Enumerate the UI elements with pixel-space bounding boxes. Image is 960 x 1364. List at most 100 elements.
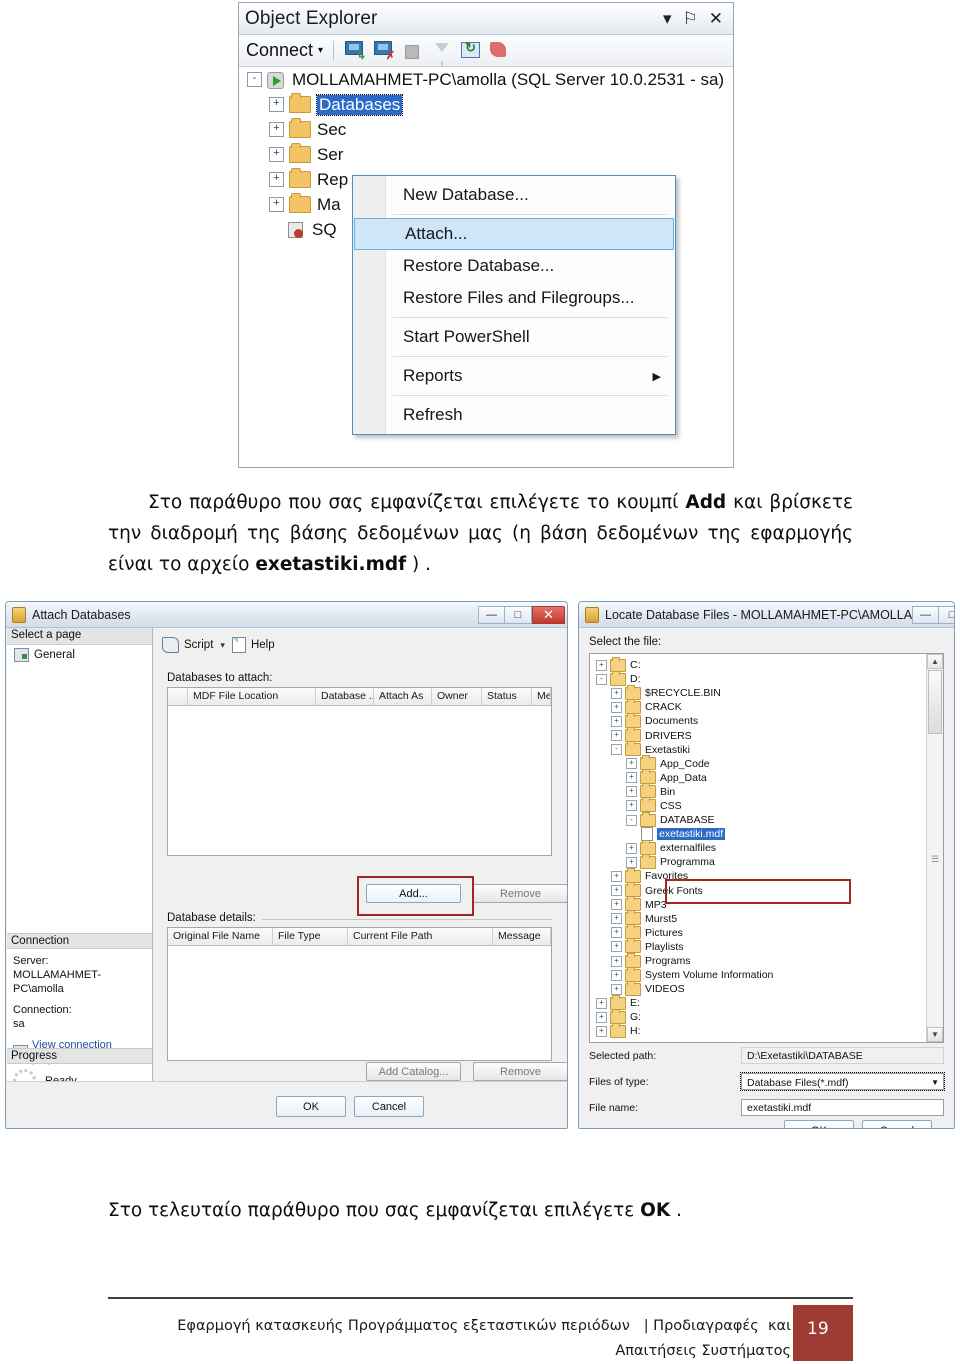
tree-item-programs[interactable]: + Programs	[594, 952, 927, 968]
close-icon[interactable]: ✕	[709, 10, 723, 27]
files-of-type-select[interactable]: Database Files(*.mdf) ▼	[740, 1072, 945, 1091]
connect-button[interactable]: Connect ▾	[246, 40, 323, 61]
tree-item-h-drive[interactable]: + H:	[594, 1022, 927, 1038]
tree-vertical-scrollbar[interactable]: ▲ ☰ ▼	[926, 654, 943, 1042]
menu-item-restore-database[interactable]: Restore Database...	[353, 250, 675, 282]
help-button[interactable]: Help	[251, 639, 275, 651]
minimize-button[interactable]: —	[478, 605, 505, 624]
chevron-down-icon[interactable]: ▾	[220, 640, 225, 651]
scrollbar-thumb[interactable]	[928, 670, 942, 734]
tree-node-server-objects[interactable]: + Ser	[239, 142, 733, 167]
tree-item-recycle-bin[interactable]: + $RECYCLE.BIN	[594, 684, 927, 700]
menu-item-new-database[interactable]: New Database...	[353, 179, 675, 211]
tree-item-videos[interactable]: + VIDEOS	[594, 980, 927, 996]
tree-item-murst5[interactable]: + Murst5	[594, 910, 927, 926]
expand-expander-icon[interactable]: +	[596, 997, 607, 1009]
collapse-expander-icon[interactable]: -	[611, 744, 622, 756]
expand-expander-icon[interactable]: +	[611, 913, 622, 925]
page-item-general[interactable]: General	[7, 645, 152, 662]
collapse-expander-icon[interactable]: -	[596, 673, 607, 685]
filter-icon[interactable]	[431, 41, 453, 67]
tree-item-documents[interactable]: + Documents	[594, 712, 927, 728]
expand-expander-icon[interactable]: +	[611, 870, 622, 882]
column-current-file-path[interactable]: Current File Path	[348, 928, 493, 945]
expand-expander-icon[interactable]: +	[269, 172, 284, 187]
expand-expander-icon[interactable]: +	[611, 701, 622, 713]
cancel-button[interactable]: Cancel	[862, 1120, 932, 1128]
expand-expander-icon[interactable]: +	[596, 1011, 607, 1023]
expand-expander-icon[interactable]: +	[626, 772, 637, 784]
expand-expander-icon[interactable]: +	[611, 983, 622, 995]
databases-to-attach-grid[interactable]: MDF File Location Database ... Attach As…	[167, 687, 552, 856]
tree-item-c-drive[interactable]: + C:	[594, 656, 927, 672]
tree-item-crack[interactable]: + CRACK	[594, 698, 927, 714]
expand-expander-icon[interactable]: +	[626, 842, 637, 854]
tree-item-database[interactable]: - DATABASE	[594, 811, 927, 827]
collapse-expander-icon[interactable]: -	[247, 72, 262, 87]
chevron-down-icon[interactable]: ▼	[931, 1078, 939, 1087]
expand-expander-icon[interactable]: +	[611, 955, 622, 967]
file-name-input[interactable]: exetastiki.mdf	[741, 1099, 944, 1116]
menu-item-refresh[interactable]: Refresh	[353, 399, 675, 431]
menu-item-restore-files-and-filegroups[interactable]: Restore Files and Filegroups...	[353, 282, 675, 314]
tree-item-g-drive[interactable]: + G:	[594, 1008, 927, 1024]
tree-node-server[interactable]: - MOLLAMAHMET-PC\amolla (SQL Server 10.0…	[239, 67, 733, 92]
script-icon[interactable]	[489, 41, 511, 61]
expand-expander-icon[interactable]: +	[611, 969, 622, 981]
pin-icon[interactable]: ⚐	[683, 10, 698, 27]
expand-expander-icon[interactable]: +	[596, 659, 607, 671]
database-details-grid[interactable]: Original File Name File Type Current Fil…	[167, 927, 552, 1061]
expand-expander-icon[interactable]: +	[611, 927, 622, 939]
disconnect-server-icon[interactable]: ✗	[373, 40, 395, 61]
expand-expander-icon[interactable]: +	[611, 715, 622, 727]
tree-item-system-volume-information[interactable]: + System Volume Information	[594, 966, 927, 982]
file-tree[interactable]: + C: - D: + $RECYCLE.BIN + CRACK + Documents …	[589, 653, 944, 1043]
refresh-icon[interactable]	[460, 40, 482, 61]
expand-expander-icon[interactable]: +	[269, 97, 284, 112]
expand-expander-icon[interactable]: +	[626, 856, 637, 868]
expand-expander-icon[interactable]: +	[611, 885, 622, 897]
expand-expander-icon[interactable]: +	[269, 122, 284, 137]
scroll-down-arrow-icon[interactable]: ▼	[927, 1027, 943, 1042]
column-attach-as[interactable]: Attach As	[374, 688, 432, 705]
ok-button[interactable]: OK	[784, 1120, 854, 1128]
ok-button[interactable]: OK	[276, 1096, 346, 1117]
menu-item-reports[interactable]: Reports ▶	[353, 360, 675, 392]
collapse-expander-icon[interactable]: -	[626, 814, 637, 826]
expand-expander-icon[interactable]: +	[269, 147, 284, 162]
dropdown-icon[interactable]: ▾	[663, 10, 672, 27]
expand-expander-icon[interactable]: +	[611, 730, 622, 742]
expand-expander-icon[interactable]: +	[611, 899, 622, 911]
tree-node-databases[interactable]: + Databases	[239, 92, 733, 117]
column-message[interactable]: Message	[493, 928, 551, 945]
expand-expander-icon[interactable]: +	[626, 786, 637, 798]
menu-item-attach[interactable]: Attach...	[354, 218, 674, 250]
expand-expander-icon[interactable]: +	[611, 687, 622, 699]
column-database-name[interactable]: Database ...	[316, 688, 374, 705]
maximize-button[interactable]: □	[939, 605, 954, 624]
minimize-button[interactable]: —	[912, 605, 940, 624]
tree-item-pictures[interactable]: + Pictures	[594, 924, 927, 940]
column-file-type[interactable]: File Type	[273, 928, 348, 945]
tree-item-programma[interactable]: + Programma	[594, 853, 927, 869]
maximize-button[interactable]: □	[505, 605, 532, 624]
column-mdf-file-location[interactable]: MDF File Location	[188, 688, 316, 705]
menu-item-start-powershell[interactable]: Start PowerShell	[353, 321, 675, 353]
expand-expander-icon[interactable]: +	[611, 941, 622, 953]
scroll-up-arrow-icon[interactable]: ▲	[927, 654, 943, 669]
close-button[interactable]: ✕	[532, 605, 565, 624]
tree-item-drivers[interactable]: + DRIVERS	[594, 727, 927, 743]
expand-expander-icon[interactable]: +	[626, 758, 637, 770]
connect-server-icon[interactable]: ↳	[344, 40, 366, 61]
column-status[interactable]: Status	[482, 688, 532, 705]
column-message[interactable]: Message	[532, 688, 551, 705]
script-button[interactable]: Script	[184, 639, 213, 651]
expand-expander-icon[interactable]: +	[269, 197, 284, 212]
column-owner[interactable]: Owner	[432, 688, 482, 705]
expand-expander-icon[interactable]: +	[596, 1025, 607, 1037]
cancel-button[interactable]: Cancel	[354, 1096, 424, 1117]
column-original-file-name[interactable]: Original File Name	[168, 928, 273, 945]
expand-expander-icon[interactable]: +	[626, 800, 637, 812]
tree-item-e-drive[interactable]: + E:	[594, 994, 927, 1010]
tree-node-security[interactable]: + Sec	[239, 117, 733, 142]
